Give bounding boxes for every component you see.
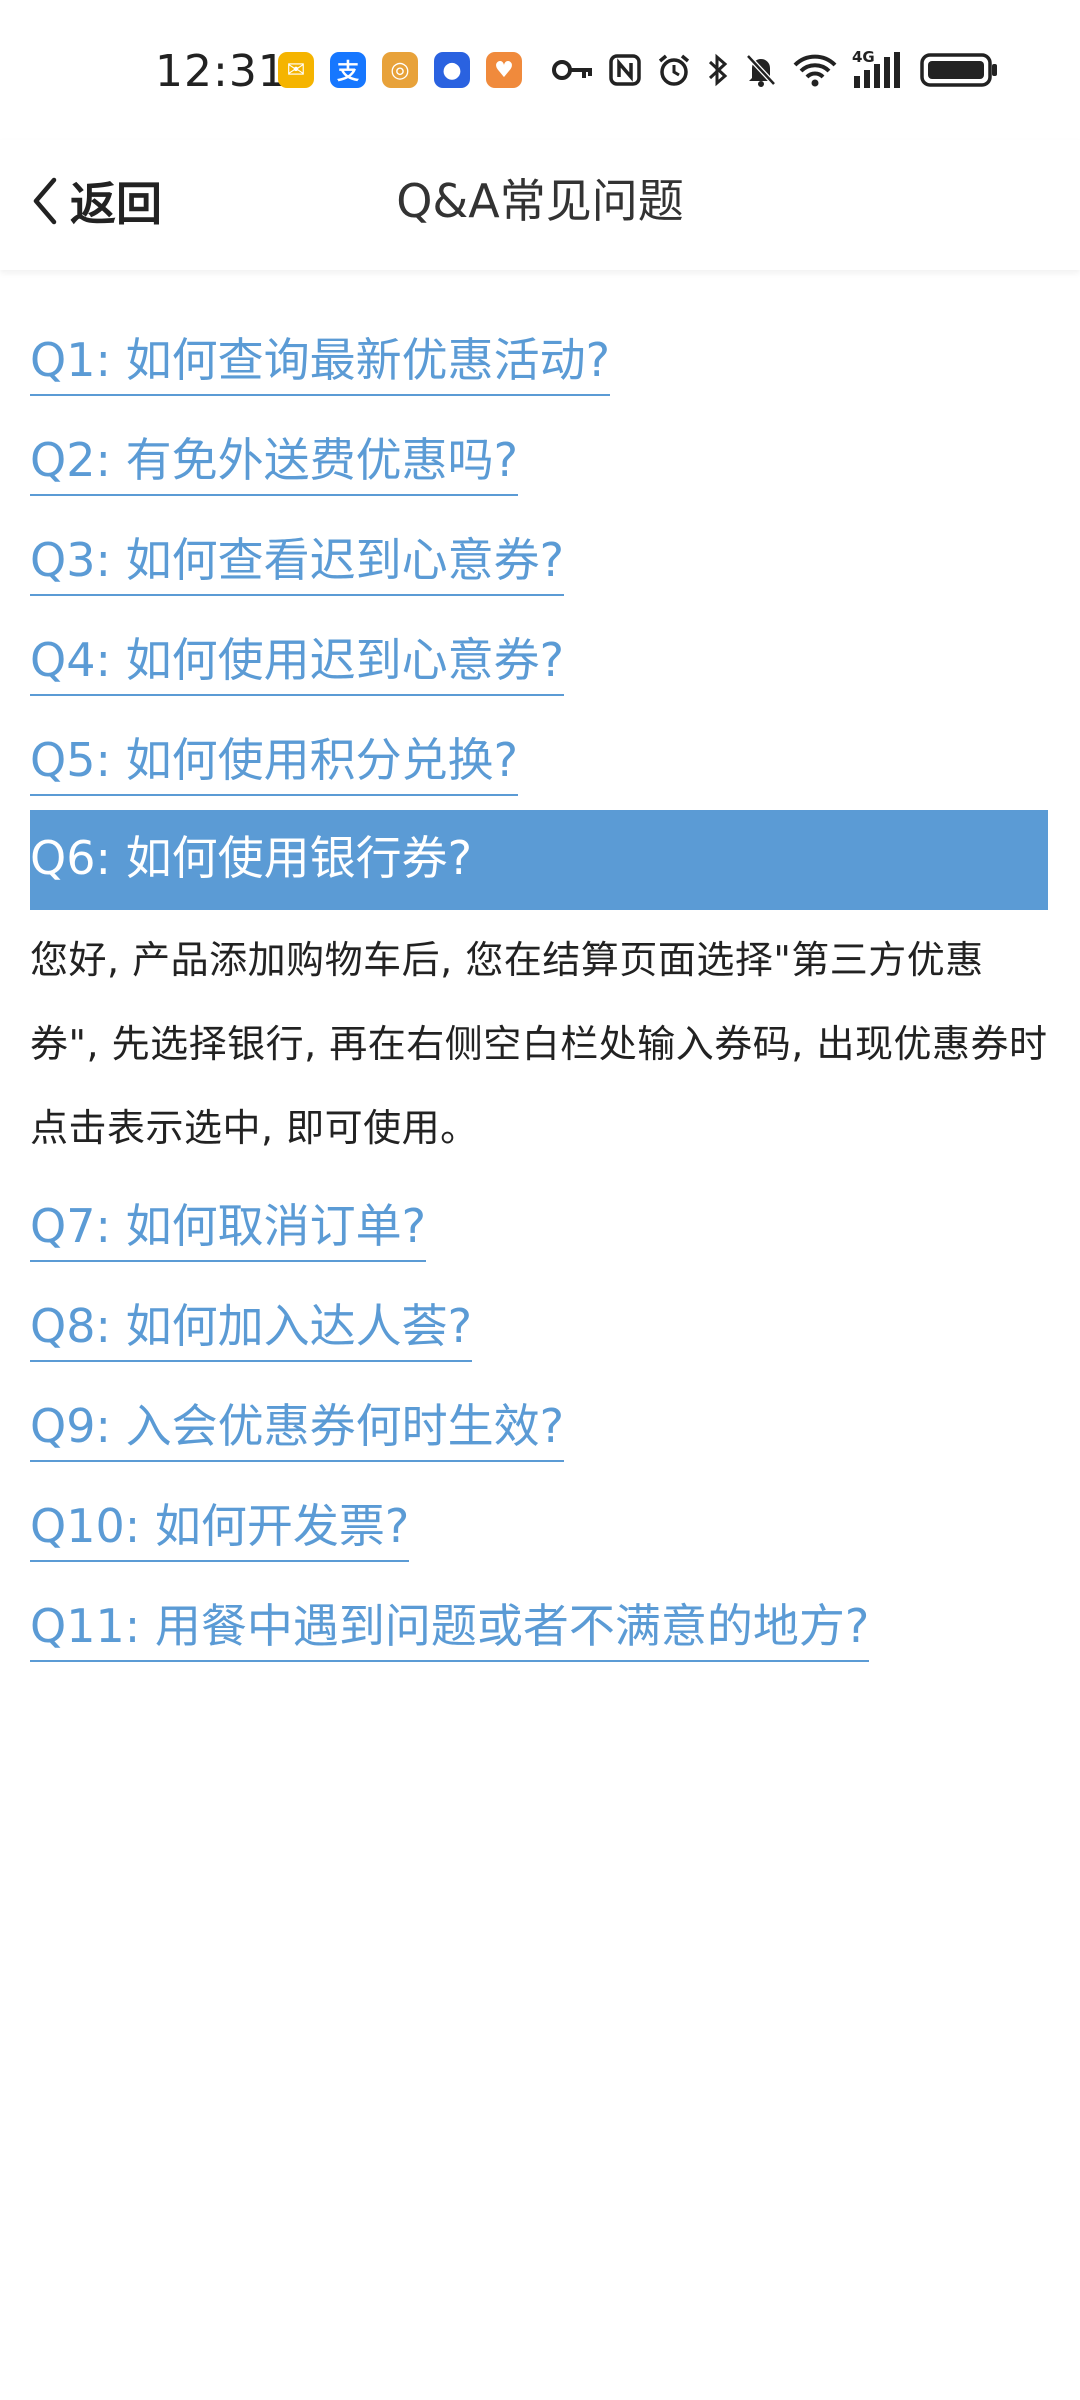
mail-app-icon: ✉ (278, 52, 314, 88)
faq-question-link[interactable]: Q5: 如何使用积分兑换? (30, 730, 519, 796)
key-icon (552, 60, 592, 80)
faq-question-link[interactable]: Q6: 如何使用银行券? (30, 828, 472, 892)
alarm-icon (658, 54, 690, 86)
chat-app-icon: ♥ (486, 52, 522, 88)
faq-question-link[interactable]: Q9: 入会优惠券何时生效? (30, 1396, 565, 1462)
wifi-icon (793, 54, 837, 87)
system-icons: 4G (552, 48, 1000, 92)
faq-item-q8: Q8: 如何加入达人荟? (30, 1276, 1048, 1376)
faq-item-q4: Q4: 如何使用迟到心意券? (30, 610, 1048, 710)
faq-item-q10: Q10: 如何开发票? (30, 1476, 1048, 1576)
faq-item-q6-expanded[interactable]: Q6: 如何使用银行券? (30, 810, 1048, 910)
page-title: Q&A常见问题 (396, 174, 684, 228)
battery-icon (920, 53, 997, 87)
status-time: 12:31 (155, 46, 287, 97)
faq-question-link[interactable]: Q2: 有免外送费优惠吗? (30, 430, 519, 496)
faq-item-q9: Q9: 入会优惠券何时生效? (30, 1376, 1048, 1476)
faq-question-link[interactable]: Q8: 如何加入达人荟? (30, 1296, 473, 1362)
faq-question-link[interactable]: Q7: 如何取消订单? (30, 1196, 427, 1262)
nfc-icon (609, 54, 641, 86)
notification-icons: ✉ 支 ◎ ● ♥ (278, 52, 522, 88)
faq-item-q11: Q11: 用餐中遇到问题或者不满意的地方? (30, 1576, 1048, 1676)
target-app-icon: ◎ (382, 52, 418, 88)
faq-item-q7: Q7: 如何取消订单? (30, 1176, 1048, 1276)
alipay-app-icon: 支 (330, 52, 366, 88)
signal-icon: 4G (852, 48, 906, 90)
faq-question-link[interactable]: Q3: 如何查看迟到心意券? (30, 530, 565, 596)
chevron-left-icon (33, 177, 57, 225)
back-button[interactable]: 返回 (30, 166, 162, 236)
faq-question-link[interactable]: Q4: 如何使用迟到心意券? (30, 630, 565, 696)
status-bar: 12:31 ✉ 支 ◎ ● ♥ 4G (0, 0, 1080, 140)
faq-item-q2: Q2: 有免外送费优惠吗? (30, 410, 1048, 510)
faq-item-q3: Q3: 如何查看迟到心意券? (30, 510, 1048, 610)
faq-question-link[interactable]: Q1: 如何查询最新优惠活动? (30, 330, 611, 396)
mute-icon (746, 54, 776, 87)
faq-question-link[interactable]: Q11: 用餐中遇到问题或者不满意的地方? (30, 1596, 870, 1662)
faq-question-link[interactable]: Q10: 如何开发票? (30, 1496, 410, 1562)
faq-answer-q6: 您好, 产品添加购物车后, 您在结算页面选择"第三方优惠券", 先选择银行, 再… (30, 938, 1048, 1150)
faq-item-q1: Q1: 如何查询最新优惠活动? (30, 310, 1048, 410)
faq-item-q5: Q5: 如何使用积分兑换? (30, 710, 1048, 810)
back-label: 返回 (70, 177, 162, 231)
bluetooth-icon (708, 53, 728, 87)
header-bar: Q&A常见问题 返回 (0, 140, 1080, 270)
faq-list: Q1: 如何查询最新优惠活动? Q2: 有免外送费优惠吗? Q3: 如何查看迟到… (30, 310, 1048, 1676)
shield-app-icon: ● (434, 52, 470, 88)
